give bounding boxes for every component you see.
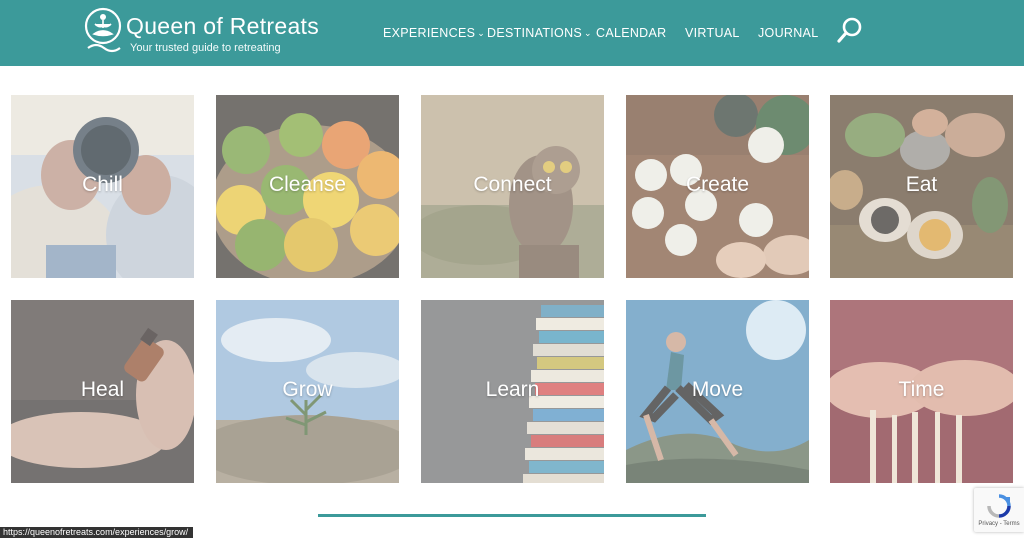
meditation-logo-icon <box>84 7 122 53</box>
recaptcha-badge[interactable]: Privacy - Terms <box>974 488 1024 532</box>
experience-tile-create[interactable]: Create <box>626 95 809 278</box>
site-logo[interactable]: Queen of Retreats Your trusted guide to … <box>82 6 319 60</box>
nav-label: DESTINATIONS <box>487 26 583 40</box>
nav-journal[interactable]: JOURNAL <box>758 26 818 42</box>
nav-virtual[interactable]: VIRTUAL <box>685 26 740 42</box>
tile-label: Create <box>685 173 750 196</box>
experience-tile-move[interactable]: Move <box>626 300 809 483</box>
browser-status-url: https://queenofretreats.com/experiences/… <box>0 527 194 538</box>
experience-tile-learn[interactable]: Learn <box>421 300 604 483</box>
nav-experiences[interactable]: EXPERIENCES ⌄ <box>383 26 485 42</box>
nav-label: CALENDAR <box>596 26 667 40</box>
tile-label: Learn <box>485 378 540 401</box>
tile-label: Eat <box>905 173 938 196</box>
search-icon[interactable] <box>836 16 864 44</box>
brand-name: Queen of Retreats <box>126 13 320 39</box>
recaptcha-icon <box>987 494 1011 518</box>
experience-tile-grow[interactable]: Grow <box>216 300 399 483</box>
section-divider <box>318 514 706 517</box>
experience-tile-cleanse[interactable]: Cleanse <box>216 95 399 278</box>
brand-tagline: Your trusted guide to retreating <box>130 42 281 54</box>
nav-label: EXPERIENCES <box>383 26 476 40</box>
tile-label: Cleanse <box>268 173 347 196</box>
tile-label: Move <box>691 378 744 401</box>
nav-label: VIRTUAL <box>685 26 740 40</box>
chevron-down-icon: ⌄ <box>477 28 486 38</box>
experience-tile-time[interactable]: Time <box>830 300 1013 483</box>
nav-calendar[interactable]: CALENDAR <box>596 26 666 42</box>
recaptcha-links[interactable]: Privacy - Terms <box>974 521 1024 527</box>
tile-label: Grow <box>282 378 333 401</box>
site-header: Queen of Retreats Your trusted guide to … <box>0 0 1024 66</box>
tile-label: Connect <box>473 173 552 196</box>
chevron-down-icon: ⌄ <box>584 28 592 38</box>
nav-destinations[interactable]: DESTINATIONS ⌄ <box>487 26 592 42</box>
tile-label: Time <box>898 378 945 401</box>
experience-tile-connect[interactable]: Connect <box>421 95 604 278</box>
tile-label: Chill <box>82 173 123 196</box>
experience-tile-eat[interactable]: Eat <box>830 95 1013 278</box>
nav-label: JOURNAL <box>758 26 819 40</box>
experience-tile-heal[interactable]: Heal <box>11 300 194 483</box>
experience-tile-chill[interactable]: Chill <box>11 95 194 278</box>
tile-label: Heal <box>80 378 125 401</box>
